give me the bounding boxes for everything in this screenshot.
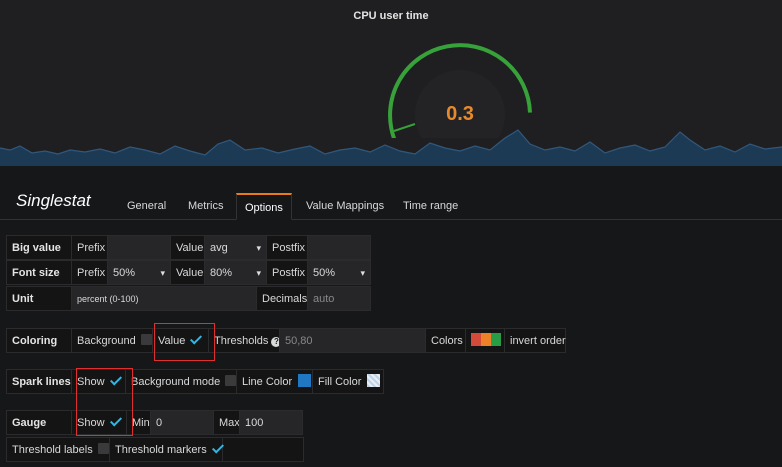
gauge-show-checkbox[interactable]	[110, 416, 121, 427]
singlestat-panel: CPU user time 0.3	[0, 0, 782, 166]
font-size-value-select[interactable]: 80%	[204, 260, 267, 285]
threshold-labels-toggle[interactable]: Threshold labels	[6, 437, 110, 462]
spark-show-label: Show	[77, 376, 105, 388]
colors-swatches[interactable]	[465, 328, 505, 353]
decimals-input[interactable]: auto	[307, 286, 371, 311]
spark-show-checkbox[interactable]	[110, 375, 121, 386]
fill-color-label: Fill Color	[318, 376, 362, 388]
threshold-markers-toggle[interactable]: Threshold markers	[109, 437, 223, 462]
font-size-value-label: Value	[170, 260, 205, 285]
spark-lines-header: Spark lines	[6, 369, 72, 394]
background-mode-toggle[interactable]: Background mode	[125, 369, 237, 394]
threshold-markers-checkbox[interactable]	[212, 443, 223, 454]
invert-order-button[interactable]: invert order	[504, 328, 566, 353]
big-value-prefix-label: Prefix	[71, 235, 108, 260]
color-swatch-3[interactable]	[491, 333, 501, 346]
color-swatch-1[interactable]	[471, 333, 481, 346]
big-value-row: Big value Prefix Value avg Postfix	[6, 235, 371, 260]
gauge-row-filler	[222, 437, 304, 462]
gauge-show-toggle[interactable]: Show	[71, 410, 127, 435]
line-color-swatch[interactable]	[298, 374, 312, 387]
coloring-header: Coloring	[6, 328, 72, 353]
threshold-labels-label: Threshold labels	[12, 444, 93, 456]
decimals-label: Decimals	[256, 286, 308, 311]
tab-options[interactable]: Options	[236, 193, 292, 220]
gauge-max-input[interactable]: 100	[239, 410, 303, 435]
panel-title[interactable]: CPU user time	[0, 10, 782, 22]
font-size-header: Font size	[6, 260, 72, 285]
coloring-background-toggle[interactable]: Background	[71, 328, 153, 353]
coloring-value-checkbox[interactable]	[190, 334, 201, 345]
gauge-threshold-row: Threshold labels Threshold markers	[6, 437, 304, 462]
tab-general[interactable]: General	[119, 193, 174, 220]
line-color-cell[interactable]: Line Color	[236, 369, 313, 394]
coloring-row: Coloring Background Value Thresholds? 50…	[6, 328, 566, 353]
background-mode-checkbox[interactable]	[225, 375, 237, 386]
coloring-value-label: Value	[158, 335, 186, 347]
font-size-prefix-label: Prefix	[71, 260, 108, 285]
gauge-show-label: Show	[77, 417, 105, 429]
unit-row: Unit percent (0-100) Decimals auto	[6, 286, 371, 311]
big-value-postfix-label: Postfix	[266, 235, 308, 260]
background-mode-label: Background mode	[131, 376, 221, 388]
thresholds-label: Thresholds	[214, 335, 269, 347]
big-value-prefix-input[interactable]	[107, 235, 171, 260]
coloring-value-toggle[interactable]: Value	[152, 328, 209, 353]
unit-select[interactable]: percent (0-100)	[71, 286, 257, 311]
font-size-postfix-select[interactable]: 50%	[307, 260, 371, 285]
thresholds-input[interactable]: 50,80	[279, 328, 426, 353]
big-value-value-select[interactable]: avg	[204, 235, 267, 260]
tab-metrics[interactable]: Metrics	[180, 193, 231, 220]
editor-title: Singlestat	[16, 191, 91, 210]
gauge-header: Gauge	[6, 410, 72, 435]
gauge-value: 0.3	[446, 103, 474, 125]
spark-lines-row: Spark lines Show Background mode Line Co…	[6, 369, 384, 394]
color-swatch-2[interactable]	[481, 333, 491, 346]
threshold-labels-checkbox[interactable]	[97, 443, 109, 454]
gauge-max-label: Max	[213, 410, 240, 435]
font-size-prefix-select[interactable]: 50%	[107, 260, 171, 285]
gauge-start-marker	[393, 123, 416, 132]
big-value-postfix-input[interactable]	[307, 235, 371, 260]
colors-label: Colors	[425, 328, 466, 353]
tab-value-mappings[interactable]: Value Mappings	[298, 193, 392, 220]
coloring-background-checkbox[interactable]	[140, 334, 152, 345]
big-value-value-label: Value	[170, 235, 205, 260]
unit-header: Unit	[6, 286, 72, 311]
threshold-markers-label: Threshold markers	[115, 444, 207, 456]
tab-time-range[interactable]: Time range	[395, 193, 466, 220]
font-size-postfix-label: Postfix	[266, 260, 308, 285]
font-size-row: Font size Prefix 50% Value 80% Postfix 5…	[6, 260, 371, 285]
gauge-row: Gauge Show Min 0 Max 100	[6, 410, 303, 435]
gauge-min-input[interactable]: 0	[150, 410, 214, 435]
big-value-header: Big value	[6, 235, 72, 260]
line-color-label: Line Color	[242, 376, 293, 388]
spark-show-toggle[interactable]: Show	[71, 369, 126, 394]
coloring-background-label: Background	[77, 335, 136, 347]
thresholds-label-cell: Thresholds?	[208, 328, 282, 353]
gauge-min-label: Min	[126, 410, 151, 435]
fill-color-swatch[interactable]	[367, 374, 381, 387]
fill-color-cell[interactable]: Fill Color	[312, 369, 384, 394]
